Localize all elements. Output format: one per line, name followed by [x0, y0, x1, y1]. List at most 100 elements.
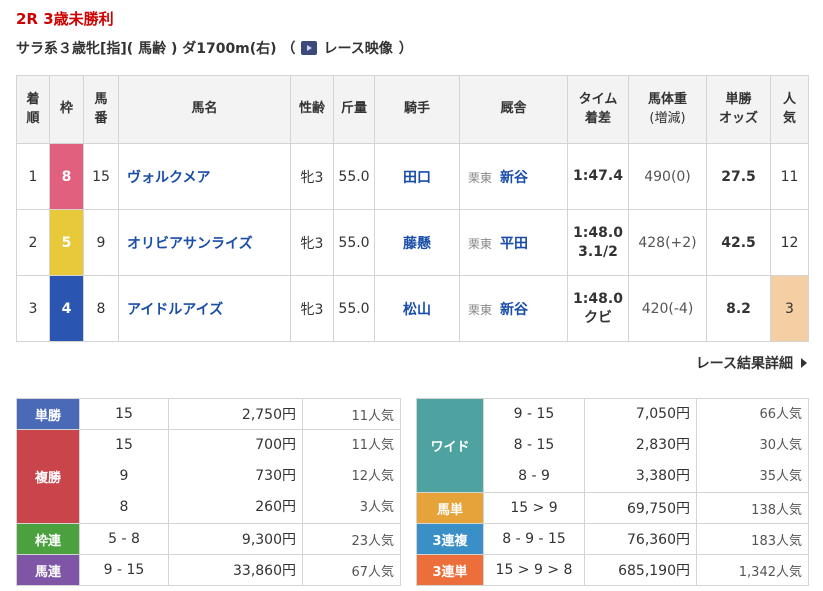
jockey-link[interactable]: 松山	[403, 302, 431, 318]
column-header-line2: (増減)	[649, 110, 686, 126]
column-header-line1: 枠	[59, 101, 73, 117]
time-value: 1:48.0	[573, 224, 623, 241]
trainer-area: 栗東	[468, 170, 493, 185]
horse-weight-cell: 420(-4)	[628, 275, 707, 342]
column-header: 厩舎	[459, 75, 568, 144]
payout-popularity: 12人気	[351, 469, 394, 484]
result-table: 着順枠馬番馬名 性齢 斤量 騎手 厩舎 タイム 着差 馬体重 (増減) 単勝 オッズ人気 1 8 15 ヴ…	[16, 75, 809, 342]
payout-combo: 9 - 15	[513, 406, 555, 422]
payout-amount-cell: 76,360円	[584, 523, 697, 555]
trainer-link[interactable]: 新谷	[500, 302, 528, 318]
payout-popularity-cell: 66人気 30人気 35人気	[696, 398, 809, 493]
jockey-cell: 田口	[374, 143, 460, 210]
video-icon	[301, 41, 318, 55]
payout-combo-cell: 15 > 9	[483, 492, 585, 524]
payout-type: 馬連	[16, 554, 80, 586]
horse-name-link[interactable]: ヴォルクメア	[127, 170, 210, 186]
weight-carried-cell: 55.0	[333, 275, 375, 342]
horse-name-link[interactable]: オリビアサンライズ	[127, 236, 253, 252]
payout-popularity-cell: 1,342人気	[696, 554, 809, 586]
payout-popularity: 30人気	[759, 438, 802, 453]
payout-amount: 260円	[255, 499, 296, 515]
trainer-link[interactable]: 新谷	[500, 170, 528, 186]
odds-cell: 27.5	[706, 143, 771, 210]
column-header: 性齢	[290, 75, 334, 144]
waku-cell: 8	[49, 143, 84, 210]
payout-popularity: 35人気	[759, 469, 802, 484]
payout-row: 馬連 9 - 15 33,860円 67人気	[16, 554, 401, 586]
jockey-link[interactable]: 田口	[403, 170, 431, 186]
payout-popularity-cell: 67人気	[302, 554, 401, 586]
popularity-cell: 11	[770, 143, 809, 210]
rank-cell: 1	[16, 143, 50, 210]
weight-carried-cell: 55.0	[333, 143, 375, 210]
column-header-line2: オッズ	[718, 110, 758, 126]
jockey-cell: 藤懸	[374, 209, 460, 276]
column-header-line2: 番	[94, 110, 108, 126]
trainer-cell: 栗東 新谷	[459, 143, 568, 210]
horse-name-cell: ヴォルクメア	[118, 143, 291, 210]
race-video-link[interactable]: レース映像	[295, 38, 393, 58]
column-header-line1: 単勝	[725, 91, 752, 107]
column-header-line1: 騎手	[403, 101, 430, 117]
column-header-line1: 斤量	[340, 101, 367, 117]
payout-amount-cell: 7,050円 2,830円 3,380円	[584, 398, 697, 493]
payout-combo-cell: 15 9 8	[79, 429, 169, 524]
column-header: 馬体重 (増減)	[628, 75, 707, 144]
race-detail-label: レース結果詳細	[695, 356, 793, 372]
table-row: 3 4 8 アイドルアイズ 牝3 55.0 松山 栗東 新谷 1:48.0 クビ 420(-4) 8.2…	[16, 275, 809, 342]
jockey-link[interactable]: 藤懸	[403, 236, 431, 252]
column-header: 着順	[16, 75, 50, 144]
margin-value: 3.1/2	[578, 243, 618, 260]
payout-type: 馬単	[416, 492, 484, 524]
payout-amount-cell: 69,750円	[584, 492, 697, 524]
payout-amount-cell: 700円 730円 260円	[168, 429, 303, 524]
column-header: 人気	[770, 75, 809, 144]
payout-amount: 730円	[255, 468, 296, 484]
payout-amount: 7,050円	[635, 406, 690, 422]
horse-name-cell: オリビアサンライズ	[118, 209, 291, 276]
time-cell: 1:47.4	[567, 143, 629, 210]
result-header-row: 着順枠馬番馬名 性齢 斤量 騎手 厩舎 タイム 着差 馬体重 (増減) 単勝 オッズ人気	[16, 75, 809, 144]
trainer-area: 栗東	[468, 302, 493, 317]
race-conditions-text: サラ系３歳牝[指]( 馬齢 ) ダ1700m(右) （	[16, 41, 296, 57]
payout-row: ワイド 9 - 15 8 - 15 8 - 9 7,050円 2,830円 3,380円 66…	[416, 398, 809, 493]
column-header-line1: タイム	[578, 91, 618, 107]
column-header: 枠	[49, 75, 84, 144]
payout-popularity: 11人気	[351, 438, 394, 453]
trainer-link[interactable]: 平田	[500, 236, 528, 252]
payout-popularity-cell: 11人気	[302, 398, 401, 430]
column-header: 斤量	[333, 75, 375, 144]
payout-row: 3連複 8 - 9 - 15 76,360円 183人気	[416, 523, 809, 555]
column-header: 馬名	[118, 75, 291, 144]
payout-type: 3連複	[416, 523, 484, 555]
payout-amount: 2,830円	[635, 437, 690, 453]
payout-row: 複勝 15 9 8 700円 730円 260円 11人気 12人気 3人気	[16, 429, 401, 524]
payout-table-right: ワイド 9 - 15 8 - 15 8 - 9 7,050円 2,830円 3,380円 66…	[416, 398, 809, 586]
table-row: 2 5 9 オリビアサンライズ 牝3 55.0 藤懸 栗東 平田 1:48.0 3.1/2 428(+…	[16, 209, 809, 276]
payout-combo-cell: 8 - 9 - 15	[483, 523, 585, 555]
time-cell: 1:48.0 3.1/2	[567, 209, 629, 276]
payout-combo: 9	[119, 468, 129, 484]
payout-popularity-cell: 23人気	[302, 523, 401, 555]
payout-amount: 3,380円	[635, 468, 690, 484]
payout-popularity: 66人気	[759, 407, 802, 422]
horse-number-cell: 8	[83, 275, 119, 342]
payout-combo: 8	[119, 499, 129, 515]
time-cell: 1:48.0 クビ	[567, 275, 629, 342]
trainer-cell: 栗東 新谷	[459, 275, 568, 342]
race-detail-link[interactable]: レース結果詳細	[696, 353, 807, 373]
waku-cell: 5	[49, 209, 84, 276]
popularity-cell: 12	[770, 209, 809, 276]
payout-type: 単勝	[16, 398, 80, 430]
race-conditions-close: ）	[398, 41, 413, 57]
column-header-line1: 着	[26, 91, 40, 107]
horse-name-cell: アイドルアイズ	[118, 275, 291, 342]
horse-name-link[interactable]: アイドルアイズ	[127, 302, 223, 318]
payout-combo-cell: 9 - 15	[79, 554, 169, 586]
trainer-area: 栗東	[468, 236, 493, 251]
result-body: 1 8 15 ヴォルクメア 牝3 55.0 田口 栗東 新谷 1:47.4 490(0) 27.5 11…	[16, 143, 809, 342]
payout-amount-cell: 2,750円	[168, 398, 303, 430]
payout-popularity-cell: 138人気	[696, 492, 809, 524]
margin-value: クビ	[584, 309, 612, 326]
